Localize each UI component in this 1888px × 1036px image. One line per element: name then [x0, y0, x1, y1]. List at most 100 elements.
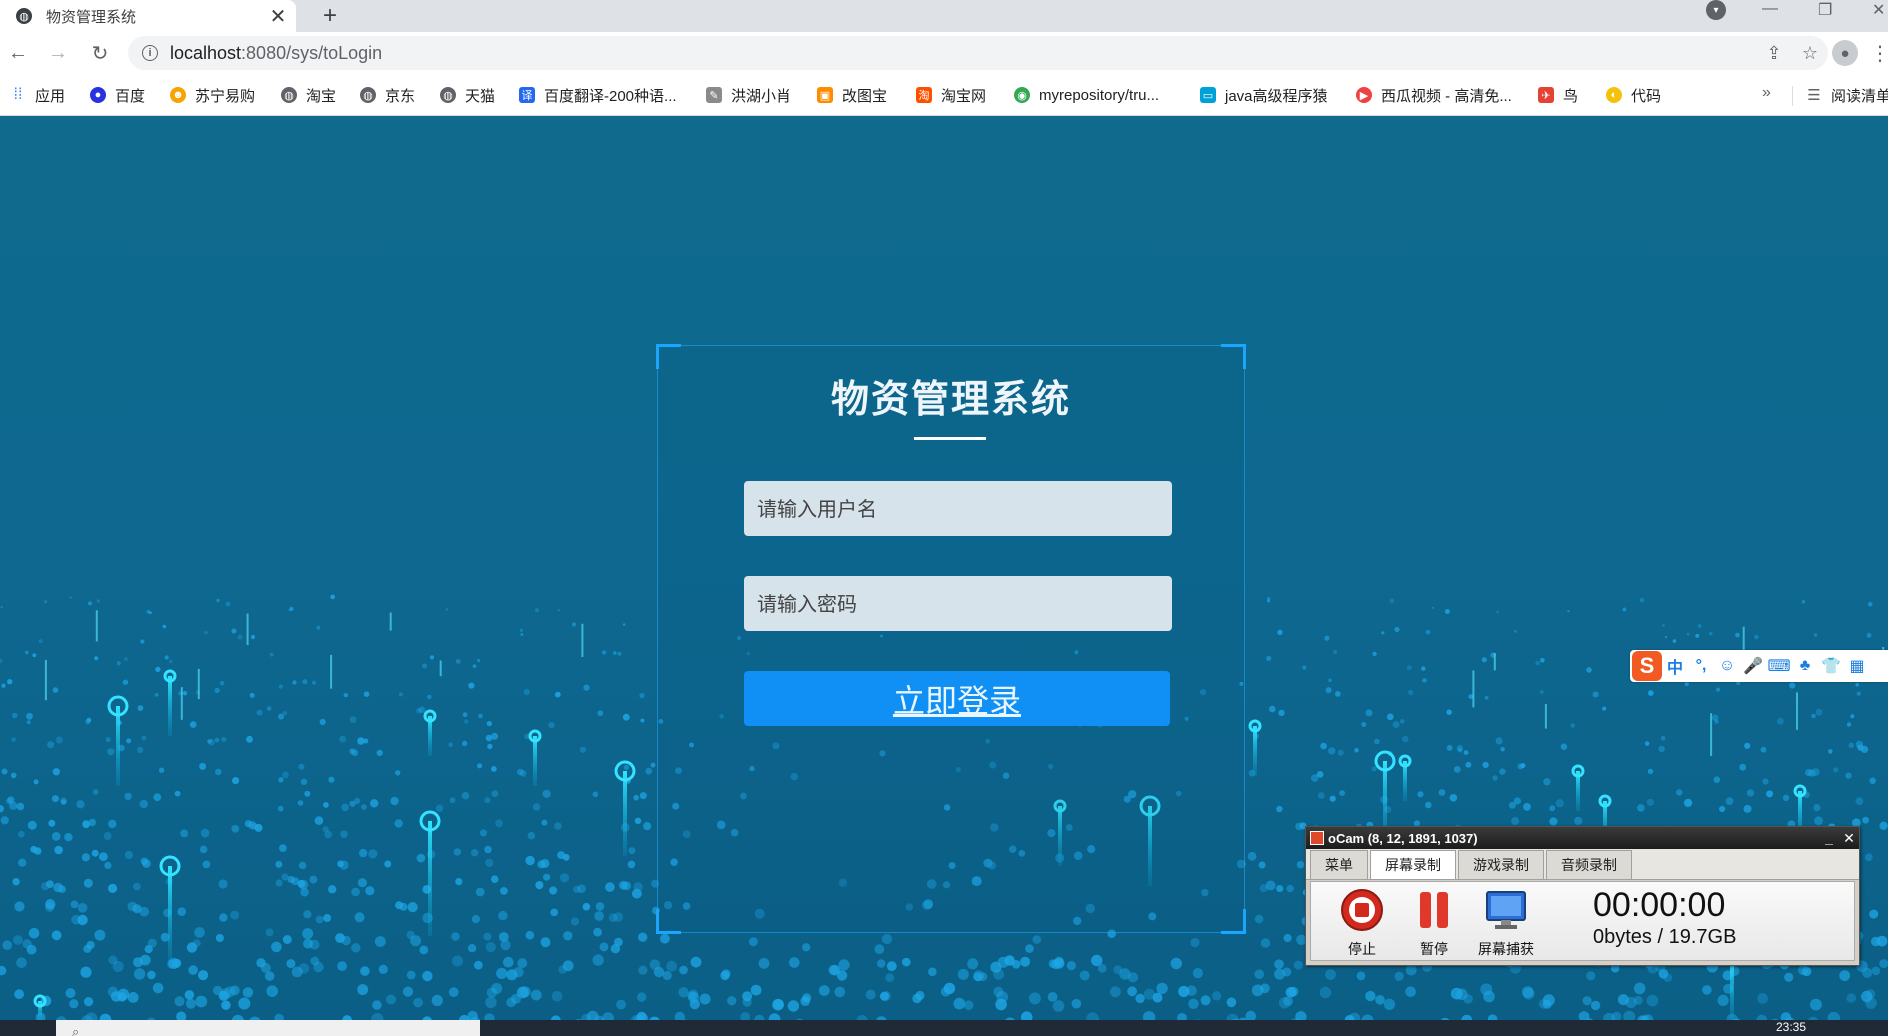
pause-button[interactable]: 暂停 [1399, 888, 1469, 959]
light-needle [44, 659, 47, 701]
close-icon[interactable]: ✕ [1839, 830, 1859, 847]
ocam-titlebar[interactable]: oCam (8, 12, 1891, 1037) _ ✕ [1306, 827, 1859, 849]
bookmark-item[interactable]: ▶ 西瓜视频 - 高清免... [1356, 84, 1512, 106]
particle-dot [312, 680, 316, 685]
bookmark-item[interactable]: ● 百度 [90, 84, 145, 106]
bookmark-item[interactable]: ▣ 改图宝 [817, 84, 887, 106]
particle-dot [1334, 691, 1341, 697]
url-text[interactable]: localhost:8080/sys/toLogin [170, 43, 1756, 64]
tab-screen-recording[interactable]: 屏幕录制 [1370, 850, 1456, 879]
close-window-icon[interactable]: ✕ [1872, 0, 1885, 20]
bookmark-label: java高级程序猿 [1225, 87, 1328, 105]
particle-dot [1647, 768, 1654, 775]
taskbar-search-box[interactable]: ⌕ [56, 1020, 480, 1036]
particle-dot [1864, 853, 1873, 862]
tab-audio-recording[interactable]: 音频录制 [1546, 850, 1632, 879]
reload-icon[interactable]: ↻ [86, 39, 114, 67]
emoji-icon[interactable]: ☺ [1714, 653, 1740, 679]
bookmark-label: 淘宝 [306, 87, 337, 105]
bookmark-item[interactable]: ◍ 淘宝 [281, 84, 336, 106]
bookmark-item[interactable]: ◐ 代码 [1606, 84, 1661, 106]
particle-dot [221, 1000, 231, 1010]
toolbox-grid-icon[interactable]: ▦ [1844, 653, 1870, 679]
reading-list[interactable]: ☰ 阅读清单 [1806, 84, 1888, 106]
particle-dot [83, 944, 92, 953]
particle-dot [1285, 987, 1297, 998]
particle-dot [577, 884, 586, 893]
particle-dot [139, 906, 150, 917]
particle-dot [107, 748, 115, 756]
particle-dot [137, 746, 144, 753]
browser-tab[interactable]: ◍ 物资管理系统 ✕ [0, 0, 296, 32]
particle-dot [1449, 794, 1458, 802]
share-icon[interactable]: ⇪ [1756, 36, 1792, 70]
particle-dot [141, 735, 147, 741]
particle-dot [1048, 959, 1058, 969]
punctuation-icon[interactable]: °, [1688, 653, 1714, 679]
site-info-icon[interactable]: i [142, 45, 158, 61]
bookmark-item[interactable]: ◍ 天猫 [440, 84, 495, 106]
bookmark-item[interactable]: ✎ 洪湖小肖 [706, 84, 791, 106]
particle-dot [633, 794, 639, 801]
minimize-icon[interactable]: — [1762, 0, 1778, 20]
tab-game-recording[interactable]: 游戏录制 [1458, 850, 1544, 879]
particle-dot [54, 845, 63, 855]
tab-search-icon[interactable]: ▾ [1706, 0, 1726, 20]
bookmark-label: 洪湖小肖 [731, 87, 792, 105]
bookmark-item[interactable]: ◍ 京东 [360, 84, 415, 106]
sogou-logo-icon[interactable]: S [1632, 651, 1662, 681]
particle-dot [221, 736, 227, 743]
bookmark-item[interactable]: ✈ 鸟 [1538, 84, 1578, 106]
login-button[interactable]: 立即登录 [744, 671, 1170, 726]
tab-menu[interactable]: 菜单 [1310, 850, 1368, 879]
profile-avatar-icon[interactable]: ● [1832, 40, 1858, 66]
bookmark-item[interactable]: ☻ 苏宁易购 [170, 84, 255, 106]
particle-dot [339, 735, 346, 743]
address-bar[interactable]: i localhost:8080/sys/toLogin ⇪ ☆ [128, 36, 1828, 70]
particle-dot [309, 875, 318, 884]
username-input[interactable] [744, 481, 1172, 536]
bookmark-item[interactable]: ⁞⁞ 应用 [10, 84, 65, 106]
menu-kebab-icon[interactable]: ⋮ [1870, 40, 1888, 66]
chinese-mode-icon[interactable]: 中 [1662, 653, 1688, 679]
particle-dot [1177, 1013, 1187, 1020]
more-bookmarks-icon[interactable]: » [1762, 84, 1771, 102]
new-tab-button[interactable]: + [316, 2, 344, 30]
skin-shirt-icon[interactable]: 👕 [1818, 653, 1844, 679]
particle-dot [256, 709, 263, 716]
keyboard-icon[interactable]: ⌨ [1766, 653, 1792, 679]
close-tab-icon[interactable]: ✕ [266, 4, 290, 28]
bookmark-item[interactable]: ◉ myrepository/tru... [1014, 84, 1159, 106]
particle-dot [639, 792, 647, 800]
particle-dot [330, 594, 336, 600]
particle-dot [16, 802, 25, 811]
particle-dot [1392, 721, 1400, 728]
bookmark-item[interactable]: 淘淘宝网 [916, 84, 986, 106]
particle-dot [562, 960, 574, 972]
microphone-icon[interactable]: 🎤 [1740, 653, 1766, 679]
particle-dot [402, 986, 414, 997]
particle-dot [1463, 994, 1473, 1004]
particle-dot [410, 935, 422, 947]
particle-dot [323, 802, 329, 808]
particle-dot [740, 1012, 750, 1020]
particle-dot [1450, 987, 1463, 1000]
particle-dot [216, 598, 220, 603]
minimize-icon[interactable]: _ [1819, 830, 1839, 846]
particle-dot [313, 961, 324, 973]
particle-dot [1372, 651, 1377, 657]
stop-button[interactable]: 停止 [1327, 888, 1397, 959]
bookmark-star-icon[interactable]: ☆ [1792, 36, 1828, 70]
screen-capture-button[interactable]: 屏幕捕获 [1471, 888, 1541, 959]
particle-dot [1066, 961, 1076, 971]
bookmark-item[interactable]: 译百度翻译-200种语... [519, 84, 677, 106]
back-icon[interactable]: ← [4, 39, 32, 67]
forward-icon[interactable]: → [44, 39, 72, 67]
restore-icon[interactable]: ❐ [1818, 0, 1832, 20]
particle-dot [1453, 766, 1461, 773]
particle-dot [16, 957, 27, 968]
particle-dot [174, 996, 185, 1007]
bookmark-item[interactable]: ▭ java高级程序猿 [1200, 84, 1328, 106]
user-icon[interactable]: ♣ [1792, 653, 1818, 679]
password-input[interactable] [744, 576, 1172, 631]
